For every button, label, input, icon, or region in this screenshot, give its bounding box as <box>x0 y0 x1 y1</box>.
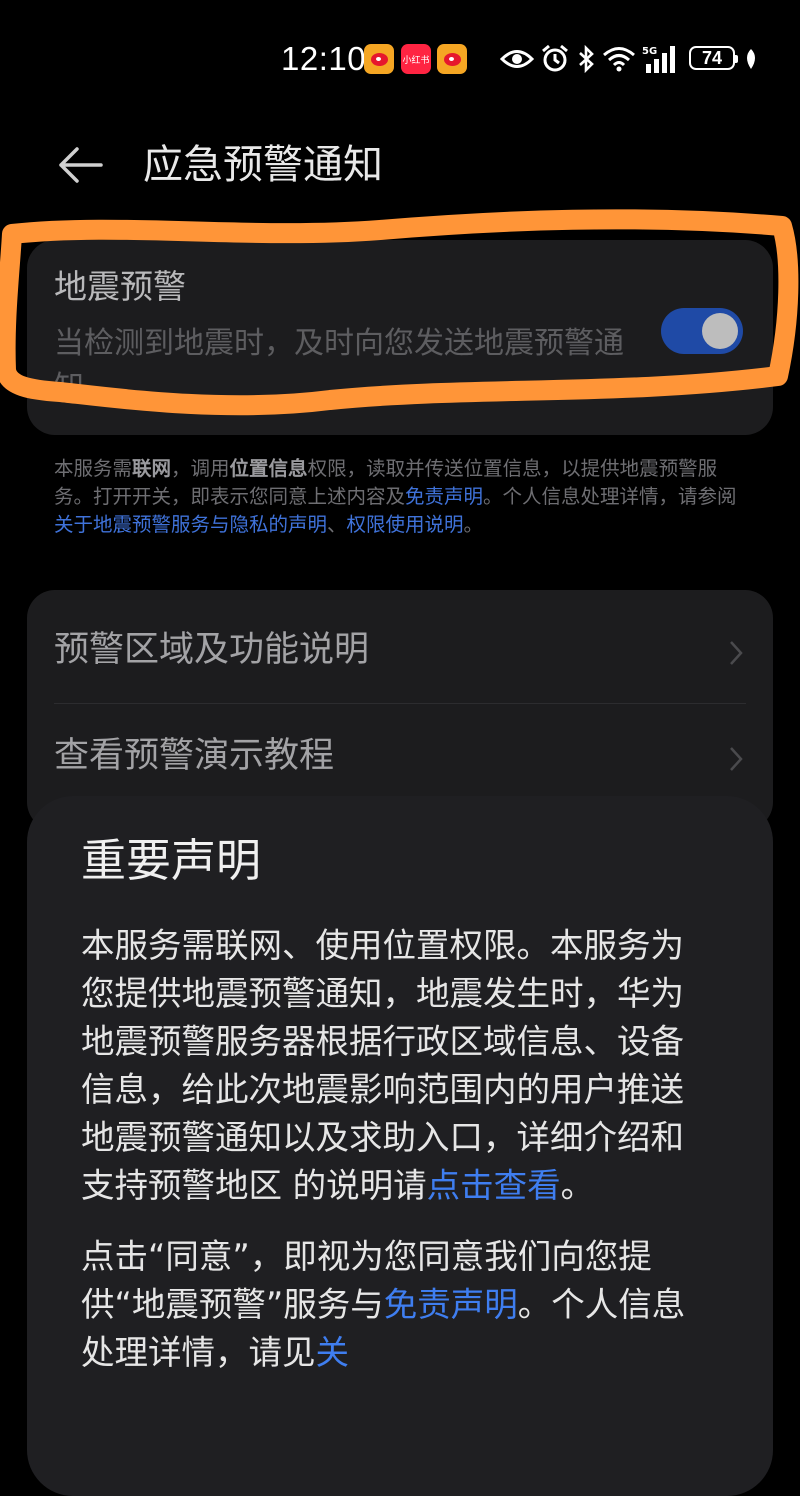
xiaohongshu-icon: 小红书 <box>401 44 431 74</box>
notice-bold-network: 联网 <box>132 457 172 480</box>
dialog-text: 。 <box>560 1166 595 1205</box>
disclaimer-link[interactable]: 免责声明 <box>405 485 483 508</box>
eye-comfort-icon <box>500 42 534 76</box>
svg-text:5G: 5G <box>642 46 657 57</box>
earthquake-warning-description: 当检测到地震时，及时向您发送地震预警通知 <box>54 326 624 405</box>
status-bar: 12:10 小红书 5G 74 <box>0 0 800 120</box>
chevron-right-icon <box>730 641 743 665</box>
wifi-icon <box>602 42 636 76</box>
list-item-warning-area[interactable]: 预警区域及功能说明 <box>27 596 773 706</box>
alarm-icon <box>540 42 570 76</box>
privacy-notice: 本服务需联网，调用位置信息权限，读取并传送位置信息，以提供地震预警服务。打开开关… <box>54 455 749 539</box>
click-to-view-link[interactable]: 点击查看 <box>427 1166 561 1205</box>
notice-text: 。 <box>463 513 484 536</box>
notice-text: 本服务需 <box>54 457 133 480</box>
dialog-paragraph-1: 本服务需联网、使用位置权限。本服务为您提供地震预警通知，地震发生时，华为地震预警… <box>81 922 706 1210</box>
signal-5g-icon: 5G <box>642 42 682 76</box>
chevron-right-icon <box>730 747 743 771</box>
list-item-label: 查看预警演示教程 <box>54 736 335 776</box>
dialog-disclaimer-link[interactable]: 免责声明 <box>384 1285 518 1324</box>
dialog-privacy-link[interactable]: 关 <box>316 1333 350 1372</box>
bluetooth-icon <box>575 42 597 76</box>
page-title: 应急预警通知 <box>143 142 383 188</box>
weibo-icon <box>437 44 467 74</box>
leaf-icon <box>742 42 760 76</box>
permission-usage-link[interactable]: 权限使用说明 <box>347 513 464 536</box>
status-time: 12:10 <box>281 40 367 77</box>
notice-text: 。个人信息处理详情，请参阅 <box>483 485 737 508</box>
privacy-statement-link[interactable]: 关于地震预警服务与隐私的声明 <box>54 513 327 536</box>
dialog-body: 本服务需联网、使用位置权限。本服务为您提供地震预警通知，地震发生时，华为地震预警… <box>81 922 706 1400</box>
dialog-paragraph-2: 点击“同意”，即视为您同意我们向您提供“地震预警”服务与免责声明。个人信息处理详… <box>81 1233 706 1377</box>
list-item-label: 预警区域及功能说明 <box>54 630 370 670</box>
dialog-text: 本服务需联网、使用位置权限。本服务为您提供地震预警通知，地震发生时，华为地震预警… <box>81 926 684 1205</box>
toggle-knob <box>702 313 738 349</box>
dialog-title: 重要声明 <box>81 834 262 887</box>
notice-text: 、 <box>327 513 347 536</box>
earthquake-warning-toggle[interactable] <box>661 308 743 354</box>
weibo-icon <box>364 44 394 74</box>
notice-bold-location: 位置信息 <box>229 457 308 480</box>
battery-indicator: 74 <box>689 46 738 70</box>
back-button[interactable] <box>52 140 108 190</box>
back-arrow-icon <box>59 147 103 183</box>
notice-text: ，调用 <box>171 457 230 480</box>
earthquake-warning-title: 地震预警 <box>54 267 186 306</box>
important-statement-dialog: 重要声明 本服务需联网、使用位置权限。本服务为您提供地震预警通知，地震发生时，华… <box>27 796 773 1496</box>
earthquake-warning-card: 地震预警 当检测到地震时，及时向您发送地震预警通知 <box>27 240 773 435</box>
settings-list: 预警区域及功能说明 查看预警演示教程 <box>27 590 773 830</box>
